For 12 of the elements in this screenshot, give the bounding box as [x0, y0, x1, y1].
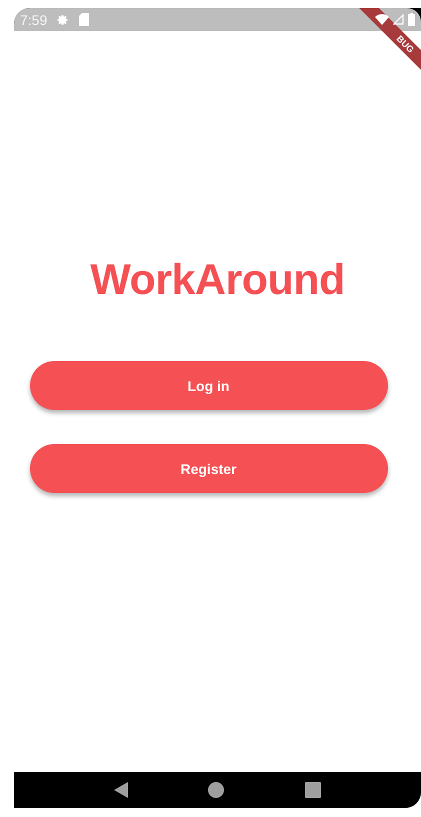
- wifi-icon: [375, 14, 389, 25]
- app-title: WorkAround: [90, 256, 345, 305]
- battery-icon: [408, 13, 415, 26]
- register-button[interactable]: Register: [30, 444, 388, 493]
- back-icon[interactable]: [114, 782, 128, 798]
- recents-icon[interactable]: [304, 782, 321, 798]
- sd-card-icon: [79, 13, 90, 26]
- signal-icon: [393, 14, 404, 25]
- gear-icon: [57, 14, 70, 26]
- login-button[interactable]: Log in: [30, 361, 388, 410]
- home-icon[interactable]: [208, 782, 224, 798]
- status-time: 7:59: [20, 12, 48, 28]
